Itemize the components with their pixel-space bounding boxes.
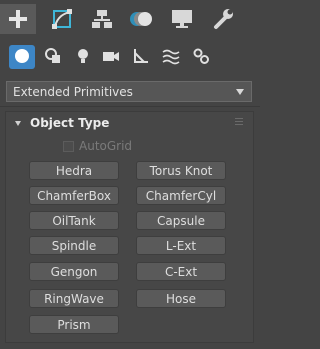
rollout-grip-icon[interactable] bbox=[235, 118, 243, 125]
hedra-button[interactable]: Hedra bbox=[29, 161, 119, 180]
command-panel-tabs bbox=[0, 0, 260, 38]
space-warp-icon bbox=[162, 47, 180, 68]
chamfercyl-button[interactable]: ChamferCyl bbox=[136, 186, 226, 205]
light-bulb-icon bbox=[74, 47, 92, 68]
category-geometry[interactable] bbox=[9, 45, 35, 69]
gengon-button[interactable]: Gengon bbox=[29, 262, 119, 281]
plus-icon bbox=[7, 8, 29, 30]
prism-button[interactable]: Prism bbox=[29, 315, 119, 334]
motion-icon bbox=[128, 8, 156, 30]
l-ext-button[interactable]: L-Ext bbox=[136, 236, 226, 255]
tab-modify[interactable] bbox=[44, 4, 80, 34]
tab-motion[interactable] bbox=[124, 4, 160, 34]
ringwave-button[interactable]: RingWave bbox=[29, 289, 119, 308]
chamferbox-button[interactable]: ChamferBox bbox=[29, 186, 119, 205]
primitive-type-dropdown[interactable]: Extended Primitives bbox=[6, 81, 252, 102]
object-type-rollout: Object Type AutoGrid Hedra Torus Knot Ch… bbox=[5, 111, 254, 343]
category-lights[interactable] bbox=[70, 45, 96, 69]
capsule-button[interactable]: Capsule bbox=[136, 211, 226, 230]
autogrid-checkbox[interactable]: AutoGrid bbox=[63, 139, 132, 153]
modify-icon bbox=[50, 8, 74, 30]
rollout-title: Object Type bbox=[30, 116, 110, 130]
tab-display[interactable] bbox=[164, 4, 200, 34]
create-category-row bbox=[0, 40, 260, 74]
category-space-warps[interactable] bbox=[158, 45, 184, 69]
category-cameras[interactable] bbox=[98, 45, 124, 69]
tab-create[interactable] bbox=[0, 4, 36, 34]
rollout-header[interactable]: Object Type bbox=[6, 112, 253, 134]
oiltank-button[interactable]: OilTank bbox=[29, 211, 119, 230]
hose-button[interactable]: Hose bbox=[136, 289, 226, 308]
checkbox-box bbox=[63, 140, 74, 152]
hierarchy-icon bbox=[90, 8, 114, 30]
spindle-button[interactable]: Spindle bbox=[29, 236, 119, 255]
category-helpers[interactable] bbox=[128, 45, 154, 69]
autogrid-label: AutoGrid bbox=[79, 139, 133, 153]
collapse-triangle-icon bbox=[15, 120, 21, 126]
shapes-icon bbox=[44, 47, 62, 68]
camera-icon bbox=[101, 47, 121, 68]
c-ext-button[interactable]: C-Ext bbox=[136, 262, 226, 281]
sphere-icon bbox=[13, 47, 31, 68]
display-icon bbox=[170, 8, 194, 30]
helpers-icon bbox=[132, 47, 150, 68]
category-shapes[interactable] bbox=[40, 45, 66, 69]
systems-icon bbox=[192, 47, 210, 68]
tab-hierarchy[interactable] bbox=[84, 4, 120, 34]
divider bbox=[0, 106, 260, 107]
torus-knot-button[interactable]: Torus Knot bbox=[136, 161, 226, 180]
dropdown-value: Extended Primitives bbox=[13, 84, 133, 99]
category-systems[interactable] bbox=[188, 45, 214, 69]
dropdown-arrow-icon bbox=[236, 88, 244, 95]
tab-utilities[interactable] bbox=[206, 4, 242, 34]
wrench-icon bbox=[212, 8, 236, 30]
